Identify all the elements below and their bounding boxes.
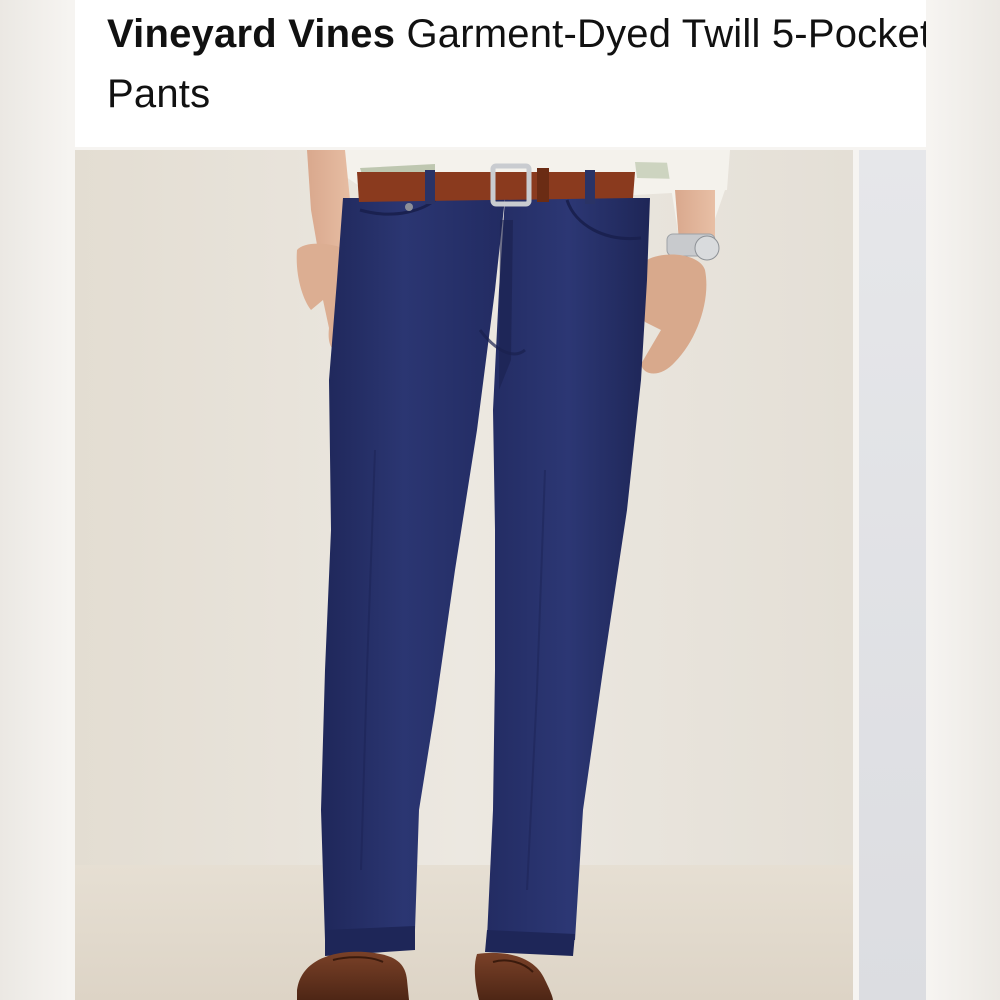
- studio-floor: [75, 865, 853, 1000]
- product-photo[interactable]: [75, 150, 853, 1000]
- next-photo-peek[interactable]: [859, 150, 926, 1000]
- brand-name: Vineyard Vines: [107, 12, 396, 56]
- title-card: Vineyard Vines Garment-Dyed Twill 5-Pock…: [75, 0, 926, 147]
- product-title: Vineyard Vines Garment-Dyed Twill 5-Pock…: [107, 4, 926, 124]
- listing-screen: Vineyard Vines Garment-Dyed Twill 5-Pock…: [0, 0, 1000, 1000]
- pants-illustration: [75, 150, 853, 1000]
